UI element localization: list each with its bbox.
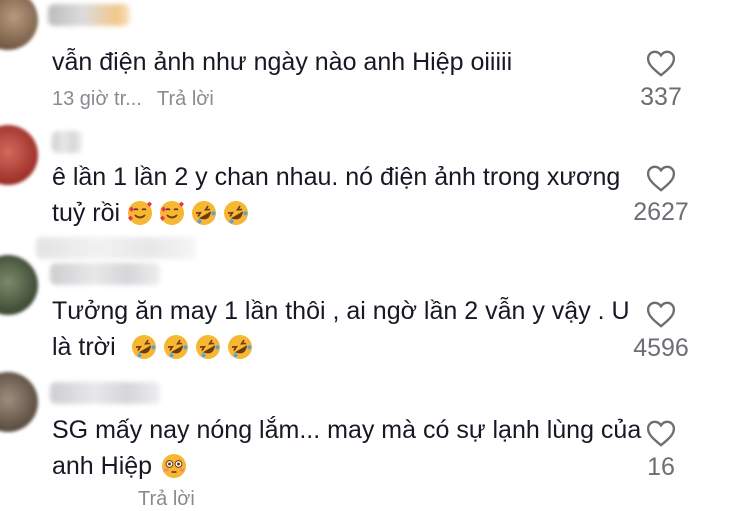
like-count: 16: [647, 453, 675, 481]
flushed-face-icon: [162, 454, 187, 478]
smiling-face-with-hearts-icon: [160, 201, 185, 225]
comment-text: Tưởng ăn may 1 lần thôi , ai ngờ lần 2 v…: [52, 297, 630, 325]
like-button[interactable]: 2627: [626, 165, 696, 227]
rolling-on-floor-laughing-icon: [227, 335, 252, 359]
avatar[interactable]: [0, 372, 38, 432]
username-blurred[interactable]: [50, 263, 160, 285]
heart-icon: [646, 420, 676, 447]
rolling-on-floor-laughing-icon: [195, 335, 220, 359]
like-button[interactable]: 4596: [626, 301, 696, 363]
username-blurred[interactable]: [48, 4, 130, 26]
smiling-face-with-hearts-icon: [128, 201, 153, 225]
comment-item: ê lần 1 lần 2 y chan nhau. nó điện ảnh t…: [0, 125, 740, 235]
reply-button[interactable]: Trả lời: [138, 488, 195, 510]
username-blurred[interactable]: [50, 382, 160, 404]
rolling-on-floor-laughing-icon: [224, 201, 249, 225]
username-blurred-top: [36, 237, 196, 259]
like-button[interactable]: 337: [626, 50, 696, 112]
comment-text: SG mấy nay nóng lắm... may mà có sự lạnh…: [52, 416, 642, 444]
rolling-on-floor-laughing-icon: [163, 335, 188, 359]
like-count: 337: [640, 83, 682, 111]
comment-item: Tưởng ăn may 1 lần thôi , ai ngờ lần 2 v…: [0, 235, 740, 370]
like-button[interactable]: 16: [626, 420, 696, 482]
like-count: 2627: [633, 198, 689, 226]
comment-text-line2: tuỷ rồi: [52, 195, 255, 231]
username-blurred[interactable]: [52, 131, 82, 153]
comment-time: 13 giờ tr...: [52, 88, 142, 110]
comment-text-line2: là trời: [52, 329, 259, 365]
heart-icon: [646, 301, 676, 328]
comment-meta: 13 giờ tr... Trả lời: [52, 88, 224, 111]
comment-text: ê lần 1 lần 2 y chan nhau. nó điện ảnh t…: [52, 163, 621, 191]
rolling-on-floor-laughing-icon: [192, 201, 217, 225]
reply-button[interactable]: Trả lời: [157, 88, 214, 110]
heart-icon: [646, 165, 676, 192]
comment-text-line2: anh Hiệp: [52, 448, 193, 484]
comment-text: vẫn điện ảnh như ngày nào anh Hiệp oiiii…: [52, 48, 513, 76]
avatar[interactable]: [0, 255, 38, 315]
like-count: 4596: [633, 334, 689, 362]
rolling-on-floor-laughing-icon: [131, 335, 156, 359]
comment-item: vẫn điện ảnh như ngày nào anh Hiệp oiiii…: [0, 0, 740, 125]
heart-icon: [646, 50, 676, 77]
comment-item: SG mấy nay nóng lắm... may mà có sự lạnh…: [0, 370, 740, 510]
avatar[interactable]: [0, 125, 38, 185]
avatar[interactable]: [0, 0, 38, 50]
